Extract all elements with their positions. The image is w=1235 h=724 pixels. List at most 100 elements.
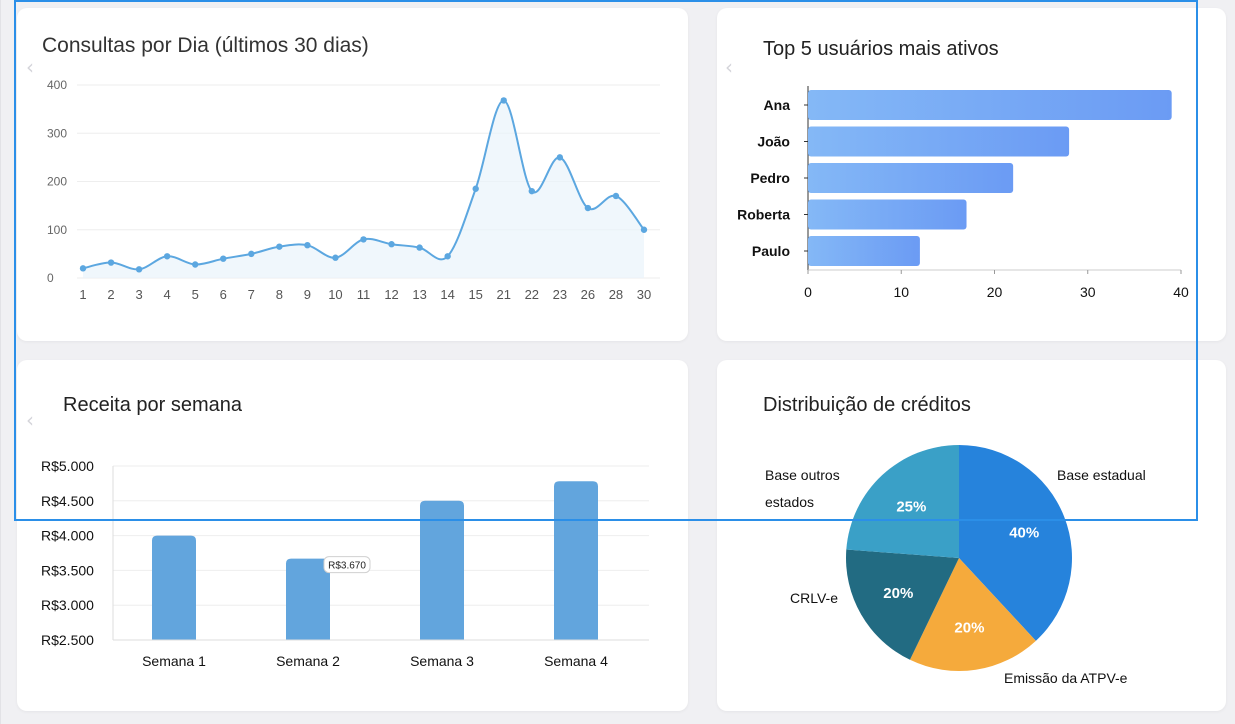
- x-tick-label: 0: [804, 284, 812, 300]
- x-tick-label: 5: [192, 287, 199, 302]
- bar: [808, 199, 967, 230]
- slice-label-line: Base outros: [765, 467, 840, 483]
- data-point: [388, 241, 395, 248]
- bar: [808, 236, 920, 266]
- slice-percent-label: 25%: [896, 499, 926, 516]
- data-point: [135, 266, 143, 273]
- x-tick-label: 28: [609, 287, 623, 302]
- top-users-chart: Ana João Pedro Roberta Paulo 0 10 20 30 40: [737, 86, 1189, 300]
- category-label: Roberta: [737, 207, 790, 223]
- data-point: [276, 243, 283, 250]
- y-tick-label: R$5.000: [41, 458, 94, 474]
- credit-distribution-chart: 40% Base estadual 20% Emissão da ATPV-e 20% C…: [765, 445, 1146, 686]
- data-point: [304, 241, 311, 249]
- y-tick-label: R$4.000: [41, 528, 94, 544]
- left-border: [0, 0, 1, 724]
- daily-queries-card: Consultas por Dia (últimos 30 dias) ‹ 01…: [17, 8, 688, 341]
- slice-label: Base estadual: [1057, 467, 1146, 483]
- x-tick-label: 23: [553, 287, 567, 302]
- x-tick-label: 10: [328, 287, 342, 302]
- bar: [420, 500, 464, 640]
- top-users-card: Top 5 usuários mais ativos ‹ Ana João Pedr…: [717, 8, 1226, 341]
- x-tick-label: 14: [440, 287, 454, 302]
- slice-label-line: CRLV-e: [790, 590, 838, 606]
- daily-queries-chart: 01002003004001 2 3 4 5 6 7 8 9 10 11 12 13 14 15 21 22 23…: [47, 78, 660, 302]
- bar: [808, 126, 1070, 157]
- x-tick-label: 20: [987, 284, 1003, 300]
- slice-percent-label: 40%: [1009, 524, 1039, 541]
- slice-label-line: Emissão da ATPV-e: [1004, 670, 1128, 686]
- data-point: [472, 185, 479, 192]
- category-label: Paulo: [752, 243, 790, 259]
- x-tick-label: 8: [276, 287, 283, 302]
- x-tick-label: 1: [79, 287, 86, 302]
- bar: [808, 90, 1172, 120]
- data-point: [640, 226, 648, 233]
- data-point: [248, 250, 255, 258]
- data-point: [612, 192, 620, 200]
- x-tick-label: 4: [164, 287, 171, 302]
- category-label: João: [757, 134, 790, 150]
- x-tick-label: 22: [525, 287, 539, 302]
- category-label: Ana: [764, 97, 791, 113]
- slice-label: Base outros estados: [765, 467, 840, 510]
- y-tick-label: R$4.500: [41, 493, 94, 509]
- y-tick-label: R$3.500: [41, 562, 94, 578]
- y-tick-label: 400: [47, 78, 67, 92]
- y-tick-label: 0: [47, 271, 54, 285]
- data-point: [584, 204, 592, 212]
- data-point: [79, 265, 87, 272]
- x-tick-label: 6: [220, 287, 227, 302]
- y-tick-label: 200: [47, 175, 67, 189]
- slice-label-line: Base estadual: [1057, 467, 1146, 483]
- data-point: [163, 253, 171, 260]
- x-tick-label: 26: [581, 287, 595, 302]
- y-tick-label: R$3.000: [41, 597, 94, 613]
- data-point: [528, 187, 535, 195]
- x-tick-label: Semana 2: [276, 653, 340, 669]
- bar: [286, 558, 330, 640]
- data-point: [416, 244, 423, 251]
- data-point: [360, 236, 367, 243]
- tooltip-label: R$3.670: [328, 561, 366, 572]
- data-point: [556, 154, 564, 161]
- y-tick-label: 300: [47, 126, 67, 140]
- x-tick-label: Semana 1: [142, 653, 206, 669]
- bar: [554, 481, 598, 640]
- x-tick-label: 21: [497, 287, 511, 302]
- x-tick-label: 9: [304, 287, 311, 302]
- x-tick-label: 12: [384, 287, 398, 302]
- category-label: Pedro: [750, 170, 790, 186]
- x-tick-label: 15: [468, 287, 482, 302]
- data-point: [332, 254, 339, 261]
- y-tick-label: 100: [47, 223, 67, 237]
- slice-percent-label: 20%: [954, 619, 984, 636]
- x-tick-label: 2: [107, 287, 114, 302]
- x-tick-label: Semana 3: [410, 653, 474, 669]
- data-point: [500, 97, 507, 104]
- x-tick-label: 3: [135, 287, 142, 302]
- x-tick-label: 7: [248, 287, 255, 302]
- data-point: [107, 259, 115, 266]
- data-point: [192, 261, 199, 268]
- x-tick-label: 13: [412, 287, 426, 302]
- weekly-revenue-chart: R$2.500 R$3.000 R$3.500 R$4.000 R$4.500 R$5.0…: [41, 458, 649, 669]
- x-tick-label: 11: [357, 287, 371, 302]
- bar: [808, 163, 1014, 193]
- x-tick-label: Semana 4: [544, 653, 608, 669]
- weekly-revenue-card: Receita por semana ‹ R$2.500 R$3.000 R$3.5…: [17, 360, 688, 711]
- x-tick-label: 30: [637, 287, 651, 302]
- x-tick-label: 40: [1173, 284, 1189, 300]
- slice-label: Emissão da ATPV-e: [1004, 670, 1128, 686]
- x-tick-label: 10: [893, 284, 909, 300]
- slice-label-line: estados: [765, 494, 814, 510]
- area-fill: [83, 100, 644, 278]
- bar: [152, 535, 196, 640]
- data-point: [220, 255, 227, 262]
- credit-distribution-card: Distribuição de créditos 40% Base estadua…: [717, 360, 1226, 711]
- slice-percent-label: 20%: [883, 585, 913, 602]
- x-tick-label: 30: [1080, 284, 1096, 300]
- slice-label: CRLV-e: [790, 590, 838, 606]
- data-point: [444, 253, 451, 260]
- y-tick-label: R$2.500: [41, 632, 94, 648]
